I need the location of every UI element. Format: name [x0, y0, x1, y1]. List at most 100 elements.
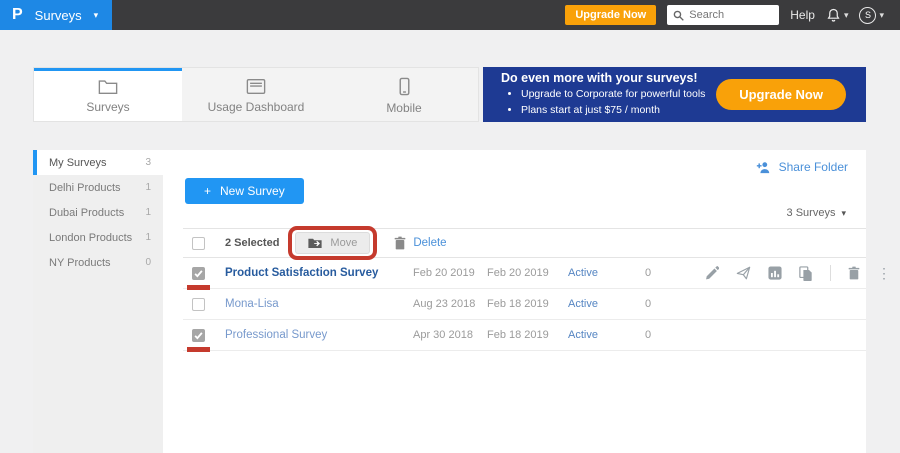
table-toolbar: 2 Selected Move Delete [183, 228, 866, 258]
account-menu[interactable]: S ▾ [859, 7, 884, 24]
send-plane-icon[interactable] [736, 266, 751, 280]
responses-count: 0 [645, 329, 705, 341]
search-icon [673, 10, 684, 21]
folder-label: NY Products [49, 257, 111, 269]
chevron-down-icon: ▾ [879, 11, 884, 20]
avatar: S [859, 7, 876, 24]
status-label: Active [568, 267, 645, 279]
created-date: Aug 23 2018 [413, 298, 487, 310]
trash-icon [394, 236, 406, 250]
tab-surveys[interactable]: Surveys [34, 68, 182, 121]
sidebar-item-ny-products[interactable]: NY Products 0 [33, 250, 163, 275]
folder-count: 0 [145, 257, 151, 268]
reports-chart-icon[interactable] [768, 266, 782, 280]
surveys-count-dropdown[interactable]: 3 Surveys ▾ [787, 207, 846, 219]
share-folder-link[interactable]: Share Folder [756, 160, 848, 174]
folder-icon [98, 78, 118, 95]
plus-icon: + [204, 184, 211, 198]
tab-label: Usage Dashboard [208, 100, 305, 114]
folder-count: 1 [145, 232, 151, 243]
search-input[interactable] [689, 9, 773, 21]
more-options-icon[interactable]: ⋮ [877, 266, 891, 280]
topbar-right: Upgrade Now Help ▾ S ▾ [565, 5, 900, 25]
surveys-table: 2 Selected Move Delete Product Satisfact… [183, 228, 866, 351]
bell-icon [826, 8, 841, 23]
delete-button[interactable]: Delete [394, 236, 446, 250]
search-box [667, 5, 779, 25]
delete-label: Delete [413, 237, 446, 249]
table-row: Mona-Lisa Aug 23 2018 Feb 18 2019 Active… [183, 289, 866, 320]
tab-label: Mobile [386, 101, 421, 115]
select-all-checkbox[interactable] [192, 237, 205, 250]
folder-label: Dubai Products [49, 207, 124, 219]
share-person-icon [756, 161, 772, 174]
promo-bullet: Plans start at just $75 / month [521, 103, 705, 119]
folder-count: 3 [145, 157, 151, 168]
folder-label: Delhi Products [49, 182, 121, 194]
row-actions: ⋮ [705, 265, 900, 281]
status-label: Active [568, 298, 645, 310]
tab-usage-dashboard[interactable]: Usage Dashboard [182, 68, 330, 121]
promo-bullets: Upgrade to Corporate for powerful tools … [507, 87, 705, 119]
survey-name-link[interactable]: Mona-Lisa [225, 298, 413, 310]
status-label: Active [568, 329, 645, 341]
responses-count: 0 [645, 267, 705, 279]
topbar: P Surveys ▾ Upgrade Now Help ▾ S ▾ [0, 0, 900, 30]
row-checkbox[interactable] [192, 267, 205, 280]
promo-banner: Do even more with your surveys! Upgrade … [483, 67, 866, 122]
survey-name-link[interactable]: Product Satisfaction Survey [225, 267, 413, 279]
help-link[interactable]: Help [790, 8, 815, 22]
new-survey-label: New Survey [220, 184, 285, 198]
promo-text: Do even more with your surveys! Upgrade … [501, 71, 705, 119]
brand-logo: P [12, 7, 23, 23]
table-row: Product Satisfaction Survey Feb 20 2019 … [183, 258, 866, 289]
survey-name-link[interactable]: Professional Survey [225, 329, 413, 341]
tab-mobile[interactable]: Mobile [330, 68, 478, 121]
folder-label: My Surveys [49, 157, 106, 169]
folder-label: London Products [49, 232, 132, 244]
new-survey-button[interactable]: + New Survey [185, 178, 304, 204]
sidebar-item-london-products[interactable]: London Products 1 [33, 225, 163, 250]
created-date: Feb 20 2019 [413, 267, 487, 279]
notifications-menu[interactable]: ▾ [826, 8, 849, 23]
main-content: Share Folder + New Survey 3 Surveys ▾ 2 … [163, 150, 866, 453]
divider [830, 265, 831, 281]
move-button[interactable]: Move [295, 232, 370, 254]
move-label: Move [330, 237, 357, 249]
created-date: Apr 30 2018 [413, 329, 487, 341]
annotation-checkbox-underline [187, 347, 210, 352]
table-row: Professional Survey Apr 30 2018 Feb 18 2… [183, 320, 866, 351]
tab-label: Surveys [86, 100, 129, 114]
responses-count: 0 [645, 298, 705, 310]
section-tabs: Surveys Usage Dashboard Mobile [33, 67, 479, 122]
upgrade-now-button[interactable]: Upgrade Now [565, 5, 656, 25]
mobile-icon [398, 77, 411, 96]
folders-sidebar: My Surveys 3 Delhi Products 1 Dubai Prod… [33, 150, 163, 453]
promo-bullet: Upgrade to Corporate for powerful tools [521, 87, 705, 103]
chevron-down-icon: ▾ [844, 11, 849, 20]
edit-pencil-icon[interactable] [705, 266, 719, 280]
row-checkbox[interactable] [192, 329, 205, 342]
modified-date: Feb 18 2019 [487, 298, 568, 310]
sidebar-item-dubai-products[interactable]: Dubai Products 1 [33, 200, 163, 225]
copy-icon[interactable] [799, 266, 813, 281]
promo-title: Do even more with your surveys! [501, 71, 705, 85]
dashboard-icon [246, 78, 266, 95]
folder-count: 1 [145, 182, 151, 193]
folder-count: 1 [145, 207, 151, 218]
modified-date: Feb 20 2019 [487, 267, 568, 279]
share-folder-label: Share Folder [779, 160, 848, 174]
sidebar-item-delhi-products[interactable]: Delhi Products 1 [33, 175, 163, 200]
row-checkbox[interactable] [192, 298, 205, 311]
modified-date: Feb 18 2019 [487, 329, 568, 341]
surveys-count-label: 3 Surveys [787, 207, 836, 219]
chevron-down-icon: ▾ [841, 209, 846, 218]
app-menu-label: Surveys [35, 8, 82, 23]
delete-trash-icon[interactable] [848, 266, 860, 280]
move-folder-icon [308, 237, 322, 249]
upgrade-now-cta-button[interactable]: Upgrade Now [716, 79, 846, 110]
app-menu[interactable]: P Surveys ▾ [0, 0, 112, 30]
sidebar-item-my-surveys[interactable]: My Surveys 3 [33, 150, 163, 175]
selected-count-label: 2 Selected [225, 237, 279, 249]
chevron-down-icon: ▾ [94, 11, 99, 20]
